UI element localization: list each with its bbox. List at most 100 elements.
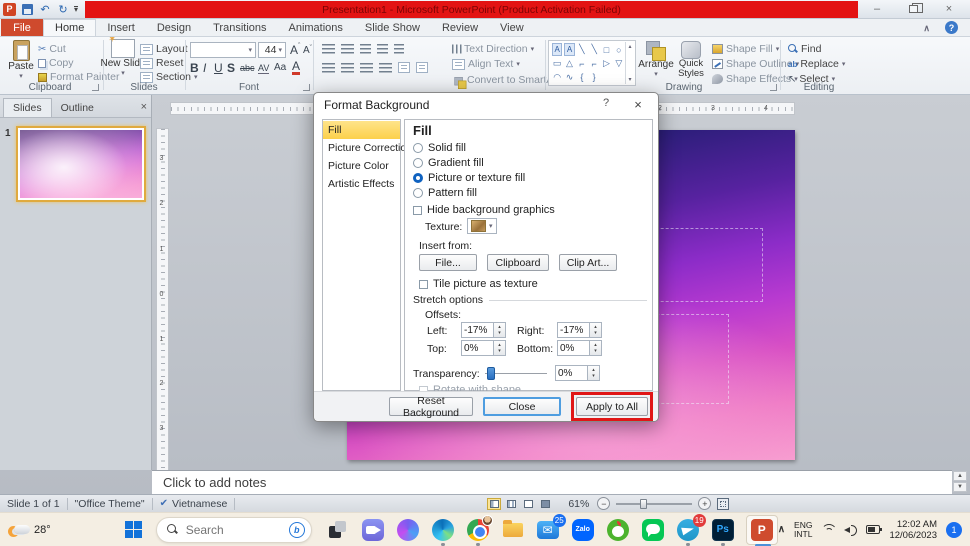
line-spacing-icon[interactable] [394,44,404,54]
text-direction-button[interactable]: Text Direction ▾ [451,43,534,55]
transparency-input[interactable] [555,365,588,381]
clock[interactable]: 12:02 AM 12/06/2023 [889,519,937,541]
shape-wordart-icon[interactable]: A [564,43,575,57]
slide-thumbnail[interactable] [16,126,146,202]
hidden-icons-icon[interactable]: ∧ [778,524,785,535]
reading-view-icon[interactable] [521,498,535,510]
file-explorer-icon[interactable] [501,518,525,542]
tab-animations[interactable]: Animations [278,19,354,36]
language-indicator[interactable]: Vietnamese [172,498,227,510]
spell-check-icon[interactable]: ✔ [160,498,168,509]
shape-arc-icon[interactable]: ◠ [551,71,563,84]
reset-background-button[interactable]: Reset Background [389,395,473,419]
shapes-gallery-scrollbar[interactable]: ▴ ▾ [625,42,634,84]
telegram-icon[interactable]: 19 [676,513,706,546]
columns-icon[interactable] [398,62,410,73]
checkbox-tile-picture[interactable] [419,279,428,289]
align-center-icon[interactable] [341,62,354,73]
tab-home[interactable]: Home [43,19,97,36]
weather-widget[interactable]: 28° [8,522,113,538]
restore-icon[interactable] [902,2,924,15]
bullets-icon[interactable] [322,44,335,54]
new-slide-button[interactable]: New Slide ▾ [100,34,145,82]
shape-curve-icon[interactable]: ∿ [563,71,575,84]
font-dialog-launcher-icon[interactable] [303,84,310,91]
option-gradient-fill[interactable]: Gradient fill [413,157,484,169]
justify-icon[interactable] [379,62,392,73]
zoom-out-icon[interactable]: − [597,497,611,510]
tab-insert[interactable]: Insert [96,19,146,36]
offset-top-arrows-icon[interactable]: ▴ ▾ [494,340,506,356]
customize-qat-icon[interactable]: ▾ [74,5,79,13]
photoshop-icon[interactable]: Ps [711,518,735,546]
radio-picture-texture-fill[interactable] [413,173,423,183]
option-pattern-fill[interactable]: Pattern fill [413,187,477,199]
align-left-icon[interactable] [322,62,335,73]
font-color-button[interactable]: A [292,60,301,75]
zoom-in-icon[interactable]: + [698,497,712,510]
offset-bottom-arrows-icon[interactable]: ▴ ▾ [590,340,602,356]
option-picture-texture-fill[interactable]: Picture or texture fill [413,172,525,184]
file-button[interactable]: File... [419,254,477,271]
start-button[interactable] [125,521,142,538]
radio-solid-fill[interactable] [413,143,423,153]
bold-button[interactable]: B [190,61,199,75]
help-icon[interactable]: ? [945,21,958,34]
shape-block-arrow-right-icon[interactable]: ▷ [600,57,612,70]
grow-font-button[interactable]: Aˆ [290,43,300,57]
paste-button[interactable]: Paste ▾ [4,39,38,82]
shapes-gallery[interactable]: A A ╲ ╲ □ ○ ▭ △ ⌐ ⌐ ▷ ▽ ◠ ∿ { } ▴ ▾ [548,40,636,86]
offset-left-arrows-icon[interactable]: ▴ ▾ [494,322,506,338]
nav-artistic-effects[interactable]: Artistic Effects [323,175,400,193]
battery-icon[interactable] [866,525,883,534]
numbering-icon[interactable] [341,44,354,54]
volume-icon[interactable] [844,524,858,536]
shadow-button[interactable]: S [227,61,235,75]
next-slide-icon[interactable]: ▼ [953,482,967,492]
minimize-icon[interactable]: – [866,2,888,15]
tab-outline[interactable]: Outline [52,99,103,117]
chrome-icon[interactable] [466,514,493,546]
arrange-button[interactable]: Arrange ▾ [638,39,674,82]
change-case-button[interactable]: Aa [274,62,286,73]
task-view-icon[interactable] [326,518,350,542]
powerpoint-logo-icon[interactable]: P [3,2,16,16]
wifi-icon[interactable] [821,524,835,535]
shape-rectangle-icon[interactable]: □ [600,42,612,57]
shape-oval-icon[interactable]: ○ [613,42,625,57]
quick-styles-button[interactable]: Quick Styles [674,39,708,82]
panel-close-icon[interactable]: × [141,101,147,113]
offset-top-input[interactable] [461,340,494,356]
italic-button[interactable]: I [203,61,206,75]
search-bar[interactable]: b [155,516,312,543]
drawing-dialog-launcher-icon[interactable] [770,84,777,91]
underline-button[interactable]: U [214,61,223,75]
copy-button[interactable]: Copy [38,57,74,69]
language-switcher[interactable]: ENG INTL [794,520,812,539]
clip-art-button[interactable]: Clip Art... [559,254,617,271]
transparency-slider-thumb[interactable] [487,367,495,380]
shape-elbow-icon[interactable]: ⌐ [576,57,588,70]
zoom-slider-thumb[interactable] [640,498,648,509]
undo-icon[interactable]: ↶ [38,2,52,16]
option-hide-background[interactable]: Hide background graphics [413,204,555,216]
option-solid-fill[interactable]: Solid fill [413,142,466,154]
shape-rounded-rect-icon[interactable]: ▭ [551,57,563,70]
edge-icon[interactable] [431,518,455,546]
zoom-level[interactable]: 61% [568,498,589,510]
increase-indent-icon[interactable] [377,44,388,54]
zalo-icon[interactable]: Zalo [571,518,595,542]
nav-fill[interactable]: Fill [323,121,400,139]
reset-button[interactable]: Reset [140,57,183,69]
font-name-combo[interactable]: ▾ [190,42,256,58]
cut-button[interactable]: ✂ Cut [38,43,66,55]
line-icon[interactable] [641,518,665,542]
redo-icon[interactable]: ↻ [56,2,70,16]
radio-pattern-fill[interactable] [413,188,423,198]
shape-arrow-icon[interactable]: ╲ [588,42,600,57]
fit-to-window-icon[interactable] [717,497,730,510]
copilot-icon[interactable] [396,518,420,542]
theme-name[interactable]: "Office Theme" [75,498,145,510]
character-spacing-button[interactable]: AV [258,63,270,74]
shape-fill-button[interactable]: Shape Fill ▾ [712,43,779,55]
